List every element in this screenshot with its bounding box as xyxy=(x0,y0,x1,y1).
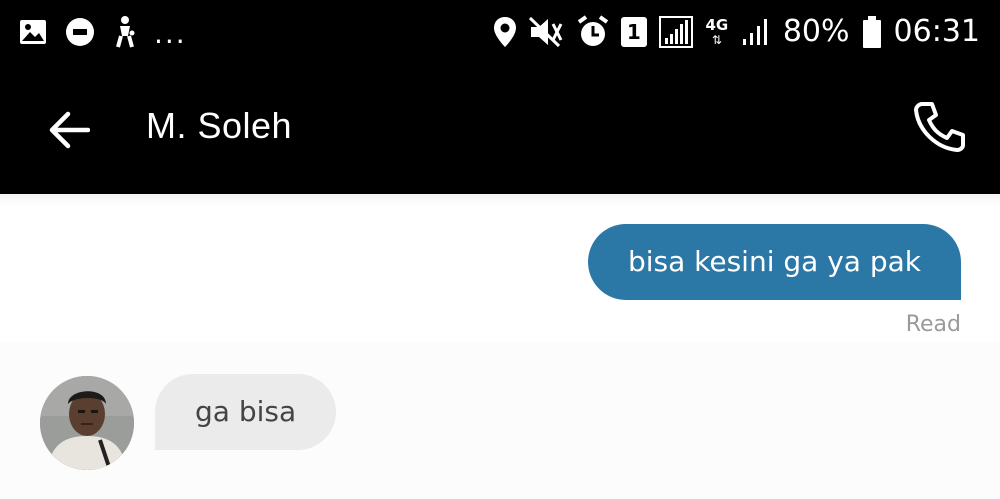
contact-name: M. Soleh xyxy=(146,105,293,146)
phone-icon xyxy=(914,102,965,152)
avatar-photo xyxy=(40,376,134,470)
gallery-icon xyxy=(20,20,46,44)
alarm-icon xyxy=(577,15,609,46)
accessibility-icon xyxy=(116,16,135,48)
arrow-left-icon xyxy=(49,111,90,149)
chat-header: M. Soleh xyxy=(0,64,1000,194)
incoming-message-bubble[interactable]: ga bisa xyxy=(155,374,337,450)
location-icon xyxy=(493,17,516,47)
uber-app-icon xyxy=(66,18,94,46)
back-button[interactable] xyxy=(40,102,96,158)
call-button[interactable] xyxy=(910,96,970,156)
outgoing-message-bubble[interactable]: bisa kesini ga ya pak xyxy=(587,224,961,300)
battery-icon xyxy=(862,16,881,48)
mute-icon xyxy=(528,16,563,48)
battery-percent: 80% xyxy=(782,14,850,49)
avatar[interactable] xyxy=(40,376,134,470)
status-left-icons: ... xyxy=(18,14,187,50)
data-arrows-icon: ⇅ xyxy=(711,33,722,47)
incoming-message-row: ga bisa xyxy=(0,342,1000,499)
status-right-icons: 1 4G ⇅ 80% 06:31 xyxy=(493,12,980,52)
read-receipt: Read xyxy=(905,312,961,337)
sim1-label: 1 xyxy=(626,20,641,44)
signal-weak-icon xyxy=(742,19,767,45)
status-time: 06:31 xyxy=(893,14,980,49)
signal-icon xyxy=(658,16,693,48)
sim1-icon: 1 xyxy=(620,17,647,47)
more-notifications-indicator: ... xyxy=(154,17,187,50)
status-bar: ... 1 4G ⇅ 80% 06:31 xyxy=(0,0,1000,64)
4g-icon: 4G ⇅ xyxy=(705,17,729,47)
chat-area[interactable]: bisa kesini ga ya pak Read ga bisa xyxy=(0,194,1000,499)
network-type-label: 4G xyxy=(705,16,729,34)
